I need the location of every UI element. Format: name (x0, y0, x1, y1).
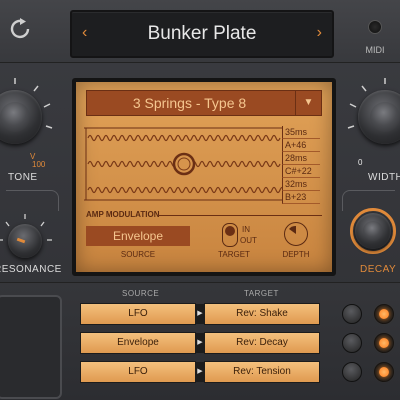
spring-3-tune[interactable]: B+23 (282, 191, 320, 204)
spring-2-delay[interactable]: 28ms (282, 152, 320, 165)
width-knob-cap (370, 102, 400, 132)
tone-knob-group: V 100 TONE (0, 72, 60, 183)
decay-label: DECAY (360, 264, 397, 275)
decay-knob[interactable] (355, 213, 391, 249)
preset-selector[interactable]: ‹ Bunker Plate › (70, 10, 334, 58)
midi-label: MIDI (365, 45, 385, 55)
spring-type-name[interactable]: 3 Springs - Type 8 (87, 91, 292, 115)
target-in-out-toggle[interactable] (222, 223, 238, 247)
decay-knob-cap (363, 221, 383, 241)
preset-name[interactable]: Bunker Plate (112, 12, 292, 56)
amp-modulation-label: AMP MODULATION (86, 210, 160, 219)
mod-row-2-source[interactable]: Envelope (80, 332, 196, 354)
resonance-indicator (16, 237, 26, 244)
spring-parameters-table: 35ms A+46 28ms C#+22 32ms B+23 (282, 126, 320, 204)
reverb-plugin-window: ‹ Bunker Plate › MIDI V 100 TONE RESONAN… (0, 0, 400, 400)
spring-type-dropdown-icon[interactable]: ▼ (295, 91, 321, 115)
mod-row-3-arrow-icon: ▶ (196, 362, 204, 382)
depth-label: DEPTH (282, 250, 310, 259)
target-out-label: OUT (240, 236, 257, 245)
amp-mod-source-label: SOURCE (120, 250, 156, 259)
width-min-label: 0 (358, 158, 363, 167)
midi-indicator-icon (368, 20, 382, 34)
spring-1-tune[interactable]: A+46 (282, 139, 320, 152)
undo-icon[interactable] (8, 16, 34, 42)
resonance-knob-group: RESONANCE (0, 210, 62, 280)
mod-row-3-led-icon (379, 367, 389, 377)
tone-max-label: 100 (32, 160, 46, 169)
modulation-matrix-panel: SOURCE TARGET LFO ▶ Rev: Shake Envelope … (0, 282, 400, 400)
mod-row-1-arrow-icon: ▶ (196, 304, 204, 324)
preset-next-arrow-icon[interactable]: › (317, 24, 322, 42)
mod-row-2-target[interactable]: Rev: Decay (204, 332, 320, 354)
spring-drag-handle-icon[interactable] (172, 152, 196, 176)
width-label: WIDTH (368, 172, 400, 183)
preset-prev-arrow-icon[interactable]: ‹ (82, 24, 87, 42)
side-panel (0, 295, 62, 399)
top-bar: ‹ Bunker Plate › MIDI (0, 0, 400, 63)
width-knob-group: 0 WIDTH (340, 72, 400, 183)
tone-label: TONE (8, 172, 38, 183)
mod-row-2-arrow-icon: ▶ (196, 333, 204, 353)
depth-knob[interactable] (284, 222, 308, 246)
spring-2-tune[interactable]: C#+22 (282, 165, 320, 178)
resonance-knob[interactable] (8, 224, 42, 258)
matrix-target-header: TARGET (244, 289, 279, 298)
tone-resonance-bracket (6, 190, 59, 211)
mod-row-2-enable-button[interactable] (374, 333, 394, 353)
matrix-source-header: SOURCE (122, 289, 160, 298)
mod-row-3-amount-knob[interactable] (342, 362, 362, 382)
amp-mod-source-selector[interactable]: Envelope (86, 226, 190, 246)
resonance-label: RESONANCE (0, 264, 62, 275)
mod-row-1-enable-button[interactable] (374, 304, 394, 324)
spring-visualizer (84, 127, 282, 201)
mod-row-1-amount-knob[interactable] (342, 304, 362, 324)
mod-row-2-led-icon (379, 338, 389, 348)
spring-type-selector[interactable]: 3 Springs - Type 8 ▼ (86, 90, 322, 116)
mod-row-3-source[interactable]: LFO (80, 361, 196, 383)
depth-knob-arc-icon (289, 225, 296, 234)
target-label: TARGET (218, 250, 250, 259)
spring-display: 3 Springs - Type 8 ▼ 35ms A+46 28ms C#+2… (72, 78, 336, 276)
spring-1-delay[interactable]: 35ms (282, 126, 320, 139)
amp-modulation-divider (158, 215, 322, 216)
mod-row-2-amount-knob[interactable] (342, 333, 362, 353)
mod-row-3-enable-button[interactable] (374, 362, 394, 382)
tone-knob-cap (0, 102, 30, 132)
mod-row-1-source[interactable]: LFO (80, 303, 196, 325)
mod-row-1-target[interactable]: Rev: Shake (204, 303, 320, 325)
toggle-thumb (225, 226, 235, 236)
target-in-label: IN (242, 225, 250, 234)
spring-3-delay[interactable]: 32ms (282, 178, 320, 191)
mod-row-3-target[interactable]: Rev: Tension (204, 361, 320, 383)
mod-row-1-led-icon (379, 309, 389, 319)
decay-knob-group: DECAY (346, 206, 400, 278)
